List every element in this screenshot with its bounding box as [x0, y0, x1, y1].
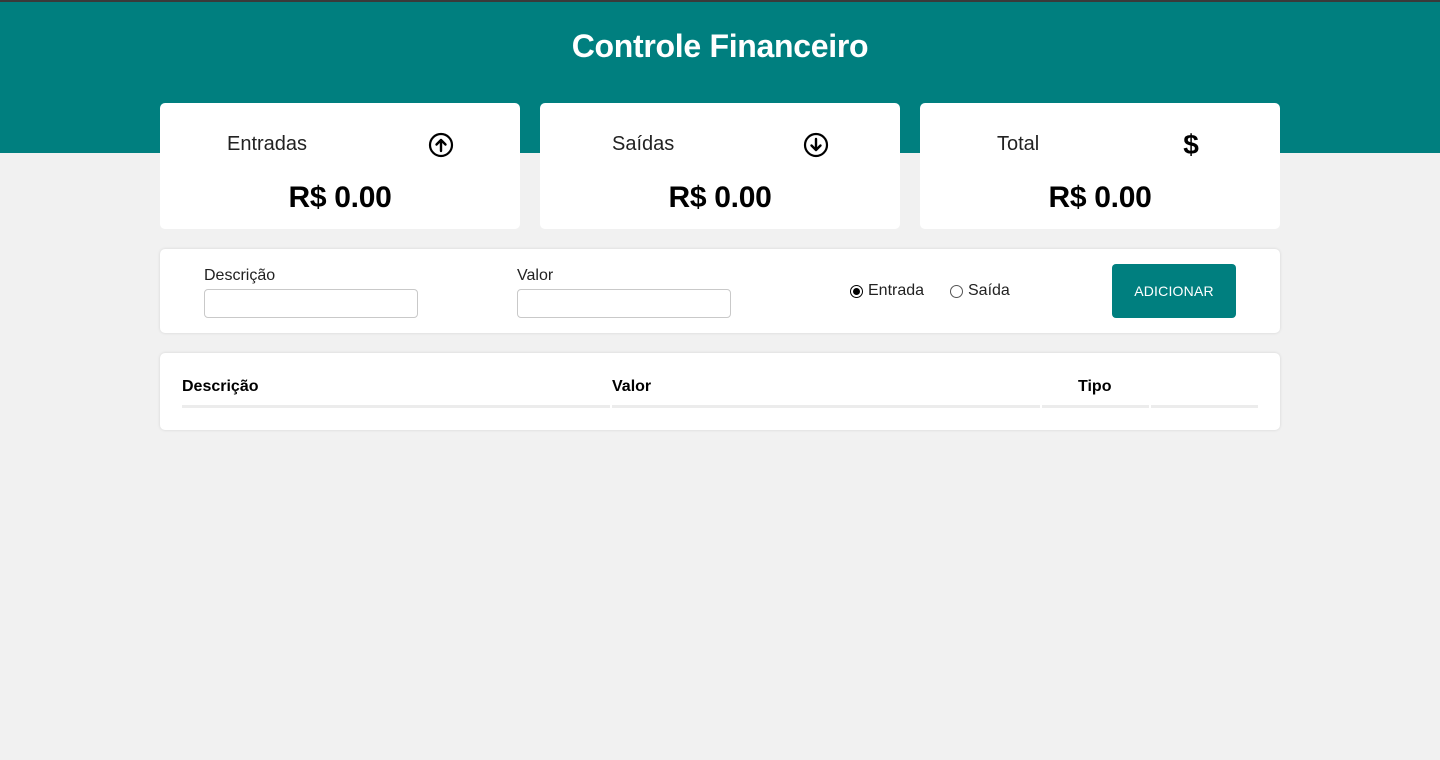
description-label: Descrição: [204, 267, 276, 284]
column-header-tipo: Tipo: [1078, 378, 1112, 395]
value-input[interactable]: [517, 289, 731, 318]
card-entradas: Entradas R$ 0.00: [160, 103, 520, 229]
column-divider-tipo: [1042, 405, 1149, 408]
radio-saida[interactable]: Saída: [950, 282, 1010, 300]
column-divider-actions: [1151, 405, 1258, 408]
transactions-table: Descrição Valor Tipo: [160, 353, 1280, 430]
card-label-entradas: Entradas: [227, 133, 308, 155]
radio-entrada[interactable]: Entrada: [850, 282, 924, 300]
add-button[interactable]: ADICIONAR: [1112, 264, 1236, 318]
arrow-down-circle-icon: [803, 132, 829, 158]
arrow-up-circle-icon: [428, 132, 454, 158]
description-input[interactable]: [204, 289, 418, 318]
page-title: Controle Financeiro: [571, 28, 869, 64]
card-saidas: Saídas R$ 0.00: [540, 103, 900, 229]
radio-saida-label: Saída: [968, 282, 1010, 299]
transaction-form: Descrição Valor Entrada Saída ADICIONAR: [160, 249, 1280, 333]
column-header-valor: Valor: [612, 378, 652, 395]
column-divider-valor: [612, 405, 1040, 408]
card-label-saidas: Saídas: [612, 133, 675, 155]
dollar-sign-icon: $: [1183, 129, 1199, 160]
radio-entrada-label: Entrada: [868, 282, 925, 299]
card-value-saidas: R$ 0.00: [668, 181, 772, 214]
column-divider-descricao: [182, 405, 610, 408]
radio-saida-button[interactable]: [950, 284, 963, 298]
column-header-descricao: Descrição: [182, 378, 259, 395]
card-value-total: R$ 0.00: [1048, 181, 1152, 214]
card-total: Total $ R$ 0.00: [920, 103, 1280, 229]
card-value-entradas: R$ 0.00: [288, 181, 392, 214]
card-label-total: Total: [997, 133, 1040, 155]
radio-entrada-button[interactable]: [850, 284, 863, 298]
value-label: Valor: [517, 267, 554, 284]
